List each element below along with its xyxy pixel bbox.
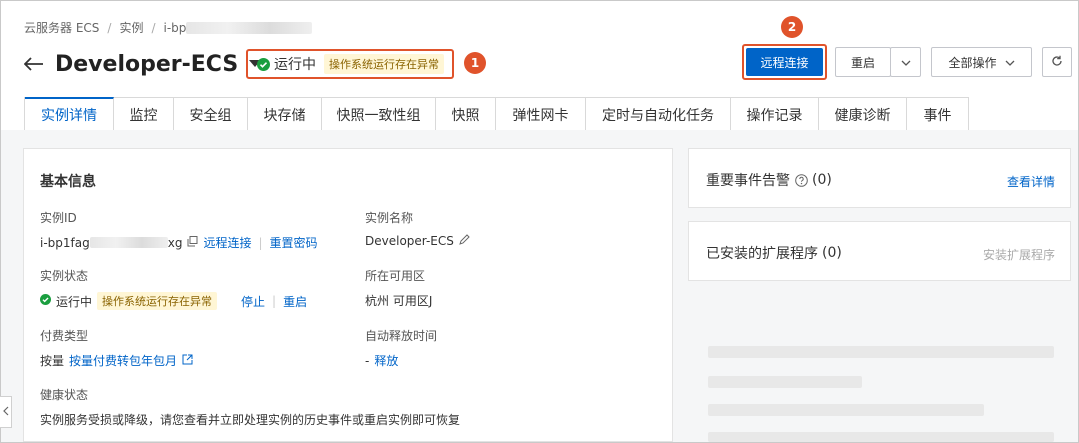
breadcrumb: 云服务器 ECS / 实例 / i-bp xyxy=(24,19,313,36)
step-marker-1: 1 xyxy=(464,52,486,74)
redacted-block xyxy=(89,237,168,248)
install-extension-link[interactable]: 安装扩展程序 xyxy=(983,246,1055,263)
zone-value: 杭州 可用区J xyxy=(365,294,433,308)
title-row: Developer-ECS xyxy=(23,47,272,81)
health-field: 健康状态 实例服务受损或降级，请您查看并立即处理实例的历史事件或重启实例即可恢复 xyxy=(40,386,460,428)
instance-id-field: 实例ID i-bp1fag xg 远程连接 | 重置密码 xyxy=(40,209,318,251)
sidebar-toggle[interactable] xyxy=(0,396,12,428)
convert-billing-link[interactable]: 按量付费转包年包月 xyxy=(69,352,177,369)
status-highlight: 运行中 操作系统运行存在异常 xyxy=(246,49,454,79)
remote-connect-link[interactable]: 远程连接 xyxy=(203,234,251,251)
event-alert-title: 重要事件告警 (0) xyxy=(706,172,832,189)
zone-field: 所在可用区 杭州 可用区J xyxy=(365,267,432,309)
extensions-count: (0) xyxy=(822,245,842,261)
loading-skeleton xyxy=(708,346,1054,358)
tab-health-diagnosis[interactable]: 健康诊断 xyxy=(819,97,907,131)
breadcrumb-separator: / xyxy=(107,20,112,35)
restart-link[interactable]: 重启 xyxy=(283,293,307,310)
edit-icon[interactable] xyxy=(459,234,470,248)
breadcrumb-item-ecs[interactable]: 云服务器 ECS xyxy=(24,19,99,36)
all-operations-button[interactable]: 全部操作 xyxy=(931,47,1032,77)
billing-value: 按量 xyxy=(40,354,65,368)
tab-bar: 实例详情 监控 安全组 块存储 快照一致性组 快照 弹性网卡 定时与自动化任务 … xyxy=(24,97,969,132)
health-value: 实例服务受损或降级，请您查看并立即处理实例的历史事件或重启实例即可恢复 xyxy=(40,413,461,427)
basic-info-card: 基本信息 实例ID i-bp1fag xg 远程连接 | 重置密码 实例名称 D xyxy=(23,148,673,442)
stop-link[interactable]: 停止 xyxy=(241,293,265,310)
basic-info-title: 基本信息 xyxy=(40,174,96,190)
tab-events[interactable]: 事件 xyxy=(907,97,969,131)
instance-name-value: Developer-ECS xyxy=(365,234,454,248)
back-arrow-icon[interactable] xyxy=(23,53,45,75)
instance-id-value: i-bp1fag xg xyxy=(40,235,183,250)
event-alert-count: (0) xyxy=(812,172,832,188)
instance-name-label: 实例名称 xyxy=(365,211,414,225)
warning-badge: 操作系统运行存在异常 xyxy=(97,292,218,310)
page-title: Developer-ECS xyxy=(55,51,239,77)
breadcrumb-separator: / xyxy=(151,20,156,35)
instance-status-field: 实例状态 运行中 操作系统运行存在异常 停止 | 重启 xyxy=(40,267,307,310)
divider: | xyxy=(258,235,263,250)
extensions-title: 已安装的扩展程序 (0) xyxy=(706,245,842,262)
chevron-down-icon xyxy=(1005,55,1015,69)
tab-snapshot-consistency-group[interactable]: 快照一致性组 xyxy=(322,97,436,131)
status-text: 运行中 xyxy=(274,57,316,73)
reset-password-link[interactable]: 重置密码 xyxy=(270,234,318,251)
content-area: 基本信息 实例ID i-bp1fag xg 远程连接 | 重置密码 实例名称 D xyxy=(1,130,1078,442)
auto-release-value: - xyxy=(365,353,370,368)
view-details-link[interactable]: 查看详情 xyxy=(1007,173,1055,190)
auto-release-field: 自动释放时间 - 释放 xyxy=(365,327,437,369)
instance-status-value: 运行中 xyxy=(56,294,93,309)
release-link[interactable]: 释放 xyxy=(374,352,398,369)
divider: | xyxy=(272,294,277,308)
refresh-icon xyxy=(1051,55,1063,70)
help-circle-icon[interactable] xyxy=(794,173,808,187)
billing-label: 付费类型 xyxy=(40,329,89,343)
breadcrumb-item-current: i-bp xyxy=(164,21,313,35)
billing-field: 付费类型 按量 按量付费转包年包月 xyxy=(40,327,193,369)
check-circle-icon xyxy=(40,294,51,308)
instance-status-label: 实例状态 xyxy=(40,269,89,283)
auto-release-label: 自动释放时间 xyxy=(365,329,438,343)
tab-scheduled-tasks[interactable]: 定时与自动化任务 xyxy=(586,97,731,131)
tab-elastic-nic[interactable]: 弹性网卡 xyxy=(496,97,586,131)
restart-dropdown-button[interactable] xyxy=(890,47,921,77)
warning-badge: 操作系统运行存在异常 xyxy=(324,54,444,74)
instance-name-field: 实例名称 Developer-ECS xyxy=(365,209,470,248)
check-circle-icon xyxy=(257,57,270,71)
loading-skeleton xyxy=(708,404,984,416)
chevron-left-icon xyxy=(2,405,9,420)
tab-block-storage[interactable]: 块存储 xyxy=(248,97,322,131)
tab-security-group[interactable]: 安全组 xyxy=(174,97,248,131)
loading-skeleton xyxy=(708,376,862,388)
restart-button[interactable]: 重启 xyxy=(835,47,891,77)
breadcrumb-item-instances[interactable]: 实例 xyxy=(119,19,143,36)
all-operations-label: 全部操作 xyxy=(948,55,997,70)
health-label: 健康状态 xyxy=(40,388,89,402)
tab-operation-log[interactable]: 操作记录 xyxy=(731,97,819,131)
zone-label: 所在可用区 xyxy=(365,269,426,283)
step-marker-2: 2 xyxy=(781,16,803,38)
loading-skeleton xyxy=(708,432,1054,442)
redacted-block xyxy=(186,21,313,34)
refresh-button[interactable] xyxy=(1042,47,1072,77)
external-link-icon[interactable] xyxy=(182,354,193,368)
header-area: 云服务器 ECS / 实例 / i-bp Developer-ECS 运行中 操… xyxy=(1,1,1078,132)
instance-id-label: 实例ID xyxy=(40,211,77,225)
extensions-card: 已安装的扩展程序 (0) 安装扩展程序 xyxy=(688,221,1071,281)
tab-instance-details[interactable]: 实例详情 xyxy=(25,97,114,132)
tab-monitoring[interactable]: 监控 xyxy=(114,97,174,131)
remote-connect-button[interactable]: 远程连接 xyxy=(746,48,823,76)
copy-icon[interactable] xyxy=(187,235,198,250)
chevron-down-icon xyxy=(901,55,911,69)
remote-connect-highlight: 远程连接 xyxy=(742,44,827,80)
tab-snapshot[interactable]: 快照 xyxy=(436,97,496,131)
event-alert-card: 重要事件告警 (0) 查看详情 xyxy=(688,148,1071,208)
